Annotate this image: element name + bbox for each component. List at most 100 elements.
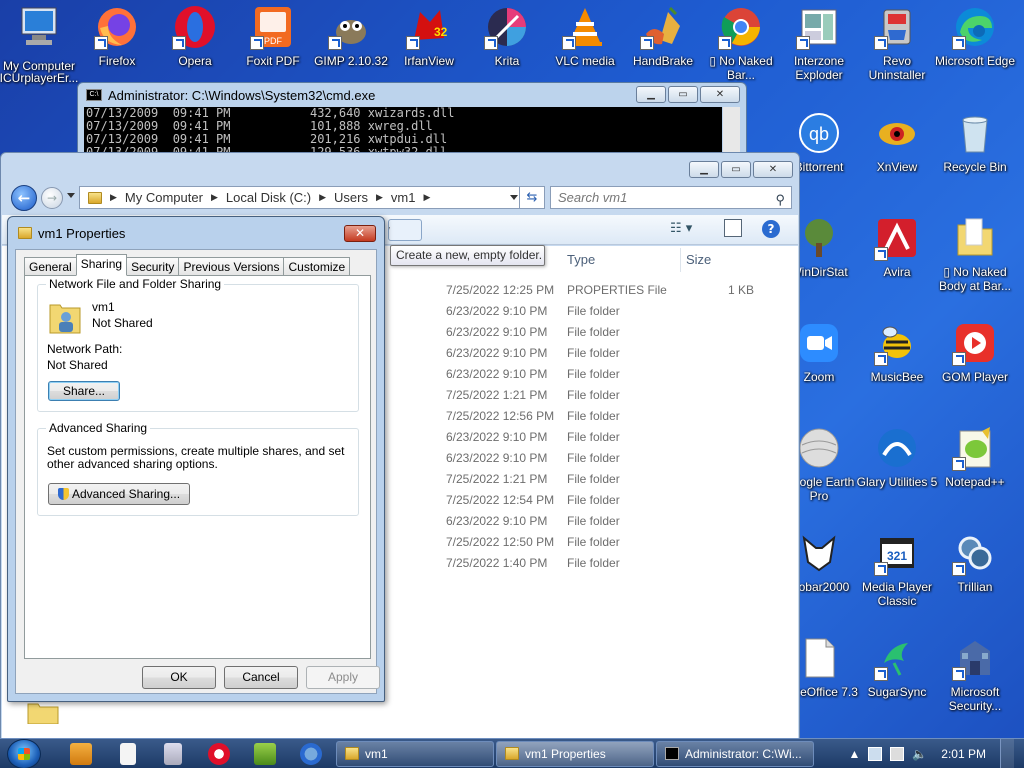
new-folder-button[interactable]: New folder [388, 219, 422, 241]
media-player-pin-icon[interactable] [70, 743, 92, 765]
ie-pin-icon[interactable] [300, 743, 322, 765]
help-icon[interactable]: ? [762, 220, 780, 238]
shortcut-arrow-icon [640, 36, 654, 50]
opera-pin-icon[interactable] [208, 743, 230, 765]
file-pin-icon[interactable] [164, 743, 182, 765]
notepad-pin-icon[interactable] [120, 743, 136, 765]
desktop-icon-folder[interactable]: ▯ No Naked Body at Bar... [936, 215, 1014, 315]
taskbar-item-properties[interactable]: vm1 Properties [496, 741, 654, 767]
show-desktop-button[interactable] [1000, 739, 1014, 768]
advanced-sharing-button[interactable]: Advanced Sharing... [48, 483, 190, 505]
chevron-right-icon[interactable]: ▶ [376, 192, 383, 203]
share-status: Not Shared [92, 316, 153, 330]
tab-strip: General Sharing Security Previous Versio… [24, 254, 351, 276]
desktop-icon-notepadpp[interactable]: Notepad++ [936, 425, 1014, 525]
properties-dialog[interactable]: vm1 Properties ✕ General Sharing Securit… [7, 216, 385, 702]
action-center-icon[interactable] [890, 747, 905, 761]
desktop-icon-revo[interactable]: Revo Uninstaller [858, 4, 936, 104]
folder-icon[interactable] [26, 702, 60, 724]
cancel-button[interactable]: Cancel [224, 666, 298, 689]
task-label: Administrator: C:\Wi... [685, 747, 802, 761]
desktop-icon-sublabel: ICUrplayerEr... [0, 71, 79, 85]
close-button[interactable]: ✕ [344, 225, 376, 242]
file-list-scrollbar[interactable] [760, 246, 798, 739]
taskbar-item-cmd[interactable]: Administrator: C:\Wi... [656, 741, 814, 767]
tab-general[interactable]: General [24, 257, 77, 276]
libreoffice-icon [805, 638, 835, 678]
desktop-icon-interzone[interactable]: Interzone Exploder [780, 4, 858, 104]
search-input[interactable]: Search vm1 ⚲ [550, 186, 792, 209]
desktop-icon-label: Avira [883, 265, 911, 279]
network-icon[interactable] [868, 747, 883, 761]
desktop-icon-gom[interactable]: GOM Player [936, 320, 1014, 420]
chevron-right-icon[interactable]: ▶ [211, 192, 218, 203]
file-date: 7/25/2022 12:56 PM [446, 409, 555, 423]
address-bar[interactable]: ▶ My Computer ▶ Local Disk (C:) ▶ Users … [79, 186, 527, 209]
breadcrumb-item[interactable]: vm1 [391, 190, 416, 205]
advanced-sharing-description: Set custom permissions, create multiple … [47, 444, 345, 471]
desktop-icon-label: Opera [178, 54, 212, 68]
start-button[interactable] [4, 739, 44, 768]
dialog-titlebar[interactable]: vm1 Properties [8, 217, 384, 249]
google-earth-icon [799, 428, 839, 468]
close-button[interactable]: ✕ [700, 86, 740, 103]
column-divider[interactable] [680, 248, 681, 272]
views-icon[interactable]: ☷ ▾ [670, 221, 692, 236]
minimize-button[interactable]: ▁ [636, 86, 666, 103]
forward-button[interactable]: → [41, 187, 63, 209]
desktop-icon-xnview[interactable]: XnView [858, 110, 936, 210]
recent-pages-dropdown[interactable] [67, 193, 75, 198]
column-size[interactable]: Size [686, 252, 711, 267]
file-type: File folder [567, 514, 620, 528]
share-button[interactable]: Share... [48, 381, 120, 401]
chevron-right-icon[interactable]: ▶ [423, 192, 430, 203]
ok-button[interactable]: OK [142, 666, 216, 689]
maximize-button[interactable]: ▭ [668, 86, 698, 103]
desktop-icon-sugarsync[interactable]: SugarSync [858, 635, 936, 735]
new-folder-label: New folder [389, 223, 399, 240]
breadcrumb-item[interactable]: Local Disk (C:) [226, 190, 311, 205]
desktop-icon-avira[interactable]: Avira [858, 215, 936, 315]
preview-pane-icon[interactable] [724, 219, 742, 237]
app-pin-icon[interactable] [254, 743, 276, 765]
tab-sharing[interactable]: Sharing [75, 254, 128, 276]
tab-customize[interactable]: Customize [283, 257, 351, 276]
minimize-button[interactable]: ▁ [689, 161, 719, 178]
file-date: 6/23/2022 9:10 PM [446, 451, 548, 465]
desktop-icon-mpc[interactable]: 321 Media Player Classic [858, 530, 936, 630]
file-type: File folder [567, 325, 620, 339]
task-label: vm1 Properties [525, 747, 606, 761]
desktop-icon-label: SugarSync [867, 685, 927, 699]
apply-button[interactable]: Apply [306, 666, 380, 689]
close-button[interactable]: ✕ [753, 161, 793, 178]
desktop-icon-glary[interactable]: Glary Utilities 5 [857, 425, 937, 525]
desktop-icon-label: HandBrake [632, 54, 694, 68]
clock[interactable]: 2:01 PM [935, 747, 992, 761]
desktop-icon-recycle-bin[interactable]: Recycle Bin [936, 110, 1014, 210]
show-hidden-icons-icon[interactable]: ▲ [848, 747, 860, 761]
maximize-button[interactable]: ▭ [721, 161, 751, 178]
desktop-icon-musicbee[interactable]: MusicBee [858, 320, 936, 420]
file-size: 1 KB [728, 283, 755, 297]
back-button[interactable]: ← [11, 185, 37, 211]
cmd-title: Administrator: C:\Windows\System32\cmd.e… [108, 87, 376, 103]
desktop-icon-edge[interactable]: Microsoft Edge [935, 4, 1015, 104]
file-type: File folder [567, 535, 620, 549]
network-path-value: Not Shared [47, 358, 108, 372]
desktop-icon-ms-security[interactable]: Microsoft Security... [936, 635, 1014, 735]
tab-security[interactable]: Security [126, 257, 180, 276]
breadcrumb-item[interactable]: My Computer [125, 190, 203, 205]
desktop-icon-trillian[interactable]: Trillian [936, 530, 1014, 630]
refresh-button[interactable]: ⇆ [519, 186, 545, 209]
taskbar-item-explorer[interactable]: vm1 [336, 741, 494, 767]
chevron-right-icon[interactable]: ▶ [319, 192, 326, 203]
column-type[interactable]: Type [567, 252, 595, 267]
address-dropdown-icon[interactable] [510, 195, 518, 200]
desktop-icon-my-computer[interactable]: My Computer ICUrplayerEr... [0, 4, 78, 104]
search-icon: ⚲ [775, 192, 785, 207]
volume-icon[interactable]: 🔈 [912, 747, 927, 761]
tab-previous-versions[interactable]: Previous Versions [178, 257, 285, 276]
breadcrumb-item[interactable]: Users [334, 190, 368, 205]
file-date: 7/25/2022 1:21 PM [446, 472, 548, 486]
dialog-body: General Sharing Security Previous Versio… [15, 249, 380, 694]
